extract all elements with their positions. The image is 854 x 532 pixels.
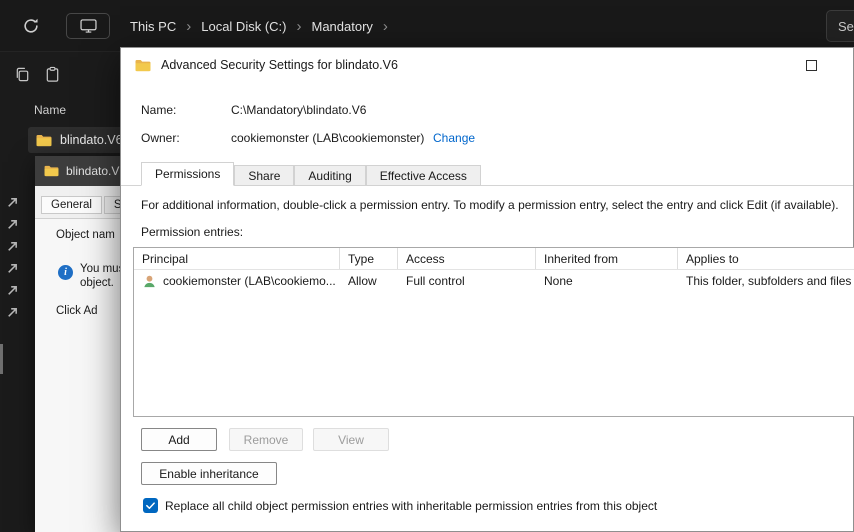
chevron-right-icon: › — [296, 17, 302, 35]
name-column-header[interactable]: Name — [34, 103, 66, 117]
table-header: Principal Type Access Inherited from App… — [134, 248, 854, 270]
pin-icon[interactable] — [6, 306, 19, 319]
file-row-label: blindato.V6 — [60, 133, 123, 147]
column-inherited-from[interactable]: Inherited from — [536, 248, 678, 269]
cell-principal: cookiemonster (LAB\cookiemo... — [134, 270, 340, 292]
chevron-right-icon: › — [382, 17, 388, 35]
tab-effective-access[interactable]: Effective Access — [365, 165, 481, 186]
permission-entries-label: Permission entries: — [141, 225, 244, 239]
permission-entries-table: Principal Type Access Inherited from App… — [133, 247, 854, 417]
chevron-right-icon: › — [186, 17, 192, 35]
replace-permissions-checkbox[interactable] — [143, 498, 158, 513]
this-pc-icon[interactable] — [66, 13, 110, 39]
breadcrumb-local-disk[interactable]: Local Disk (C:) — [201, 19, 286, 34]
pin-icon[interactable] — [6, 284, 19, 297]
folder-icon — [36, 134, 52, 146]
remove-button[interactable]: Remove — [229, 428, 303, 451]
click-advanced-text: Click Ad — [56, 305, 98, 317]
object-name-label: Object nam — [56, 229, 115, 241]
info-text: object. — [80, 277, 114, 289]
view-button[interactable]: View — [313, 428, 389, 451]
explorer-toolbar: This PC › Local Disk (C:) › Mandatory › … — [0, 0, 854, 52]
dialog-title-bar: Advanced Security Settings for blindato.… — [121, 48, 853, 82]
enable-inheritance-button[interactable]: Enable inheritance — [141, 462, 277, 485]
security-tabs: Permissions Share Auditing Effective Acc… — [121, 162, 853, 186]
copy-icon[interactable] — [14, 66, 32, 84]
desktop-screen: This PC › Local Disk (C:) › Mandatory › … — [0, 0, 854, 532]
properties-title-bar: blindato.V — [35, 156, 123, 186]
user-avatar-icon — [144, 275, 155, 287]
column-principal[interactable]: Principal — [134, 248, 340, 269]
folder-icon — [44, 165, 59, 177]
maximize-icon[interactable] — [806, 60, 817, 71]
breadcrumb-this-pc[interactable]: This PC — [130, 19, 176, 34]
name-label: Name: — [141, 103, 177, 117]
search-text: Sea — [838, 18, 854, 34]
column-access[interactable]: Access — [398, 248, 536, 269]
dialog-title: Advanced Security Settings for blindato.… — [161, 58, 398, 72]
table-row[interactable]: cookiemonster (LAB\cookiemo... Allow Ful… — [134, 270, 854, 292]
tab-share[interactable]: Share — [234, 165, 295, 186]
change-owner-link[interactable]: Change — [433, 131, 475, 145]
pin-icon[interactable] — [6, 196, 19, 209]
replace-permissions-label: Replace all child object permission entr… — [165, 499, 658, 513]
cell-type: Allow — [348, 274, 377, 288]
properties-body: Object nam i You mus object. Click Ad — [35, 218, 123, 532]
breadcrumb-mandatory[interactable]: Mandatory — [311, 19, 372, 34]
cell-inherited-from: None — [544, 274, 573, 288]
check-icon — [146, 502, 155, 509]
instruction-text: For additional information, double-click… — [141, 198, 839, 212]
properties-dialog: blindato.V General Sha Object nam i You … — [35, 156, 123, 532]
breadcrumb: This PC › Local Disk (C:) › Mandatory › — [130, 0, 388, 52]
properties-title: blindato.V — [66, 164, 120, 178]
cell-access: Full control — [406, 274, 465, 288]
owner-value: cookiemonster (LAB\cookiemonster) — [231, 131, 425, 145]
pin-icon[interactable] — [6, 218, 19, 231]
advanced-security-dialog: Advanced Security Settings for blindato.… — [120, 47, 854, 532]
column-type[interactable]: Type — [340, 248, 398, 269]
pin-icon[interactable] — [6, 240, 19, 253]
tab-auditing[interactable]: Auditing — [294, 165, 366, 186]
add-button[interactable]: Add — [141, 428, 217, 451]
column-applies-to[interactable]: Applies to — [678, 248, 854, 269]
file-row-blindato[interactable]: blindato.V6 — [28, 127, 123, 153]
tab-general[interactable]: General — [41, 196, 102, 214]
search-box[interactable]: Sea — [826, 10, 854, 42]
tab-permissions[interactable]: Permissions — [141, 162, 235, 186]
name-value: C:\Mandatory\blindato.V6 — [231, 103, 367, 117]
refresh-icon[interactable] — [22, 17, 40, 35]
paste-icon[interactable] — [44, 66, 62, 84]
info-text: You mus — [80, 263, 123, 275]
pin-icon[interactable] — [6, 262, 19, 275]
scrollbar-thumb[interactable] — [0, 344, 3, 374]
info-icon: i — [58, 265, 73, 280]
owner-label: Owner: — [141, 131, 180, 145]
folder-icon — [135, 59, 151, 71]
properties-tabs: General Sha — [35, 186, 123, 214]
cell-applies-to: This folder, subfolders and files — [686, 274, 852, 288]
